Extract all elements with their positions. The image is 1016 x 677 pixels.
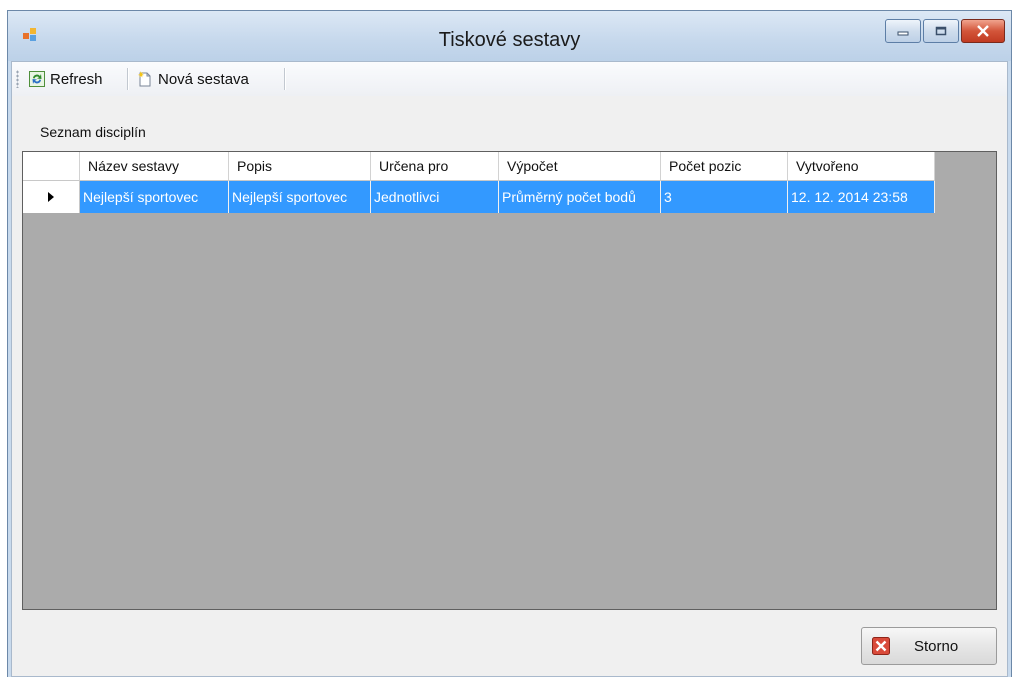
column-header[interactable]: Výpočet <box>499 152 661 181</box>
refresh-label: Refresh <box>50 70 103 88</box>
toolbar-grip[interactable] <box>16 70 19 88</box>
cell-position-count[interactable]: 3 <box>661 181 788 213</box>
column-header[interactable]: Vytvořeno <box>788 152 935 181</box>
column-header[interactable]: Počet pozic <box>661 152 788 181</box>
client-area: Refresh Nová sestava Seznam disciplín Ná… <box>11 61 1008 677</box>
new-report-button[interactable]: Nová sestava <box>137 67 249 91</box>
row-header-corner <box>23 152 80 181</box>
cancel-label: Storno <box>914 637 959 655</box>
cell-report-name[interactable]: Nejlepší sportovec <box>80 181 229 213</box>
caption-buttons <box>883 19 1005 43</box>
toolbar-separator <box>127 68 129 90</box>
grid-header-row: Název sestavy Popis Určena pro Výpočet P… <box>23 152 935 181</box>
close-button[interactable] <box>961 19 1005 43</box>
column-header[interactable]: Určena pro <box>371 152 499 181</box>
toolbar: Refresh Nová sestava <box>12 62 1007 96</box>
new-report-label: Nová sestava <box>158 70 249 88</box>
refresh-button[interactable]: Refresh <box>29 67 103 91</box>
cell-calculation[interactable]: Průměrný počet bodů <box>499 181 661 213</box>
minimize-icon <box>897 31 909 36</box>
cell-description[interactable]: Nejlepší sportovec <box>229 181 371 213</box>
column-header[interactable]: Popis <box>229 152 371 181</box>
toolbar-separator <box>284 68 286 90</box>
main-window: Tiskové sestavy Refresh Nová sestava Sez… <box>7 10 1012 677</box>
cell-intended-for[interactable]: Jednotlivci <box>371 181 499 213</box>
refresh-icon <box>29 71 45 87</box>
cancel-button[interactable]: Storno <box>861 627 997 665</box>
close-icon <box>977 25 989 37</box>
section-label: Seznam disciplín <box>40 124 146 140</box>
current-row-arrow-icon <box>48 192 54 202</box>
row-header[interactable] <box>23 181 80 213</box>
reports-grid[interactable]: Název sestavy Popis Určena pro Výpočet P… <box>22 151 997 610</box>
cancel-icon <box>872 637 890 655</box>
column-header[interactable]: Název sestavy <box>80 152 229 181</box>
table-row[interactable]: Nejlepší sportovec Nejlepší sportovec Je… <box>23 181 935 213</box>
title-bar[interactable]: Tiskové sestavy <box>8 11 1011 61</box>
maximize-button[interactable] <box>923 19 959 43</box>
minimize-button[interactable] <box>885 19 921 43</box>
cell-created[interactable]: 12. 12. 2014 23:58 <box>788 181 935 213</box>
window-title: Tiskové sestavy <box>438 29 581 51</box>
maximize-icon <box>935 26 947 36</box>
new-document-icon <box>138 71 151 87</box>
